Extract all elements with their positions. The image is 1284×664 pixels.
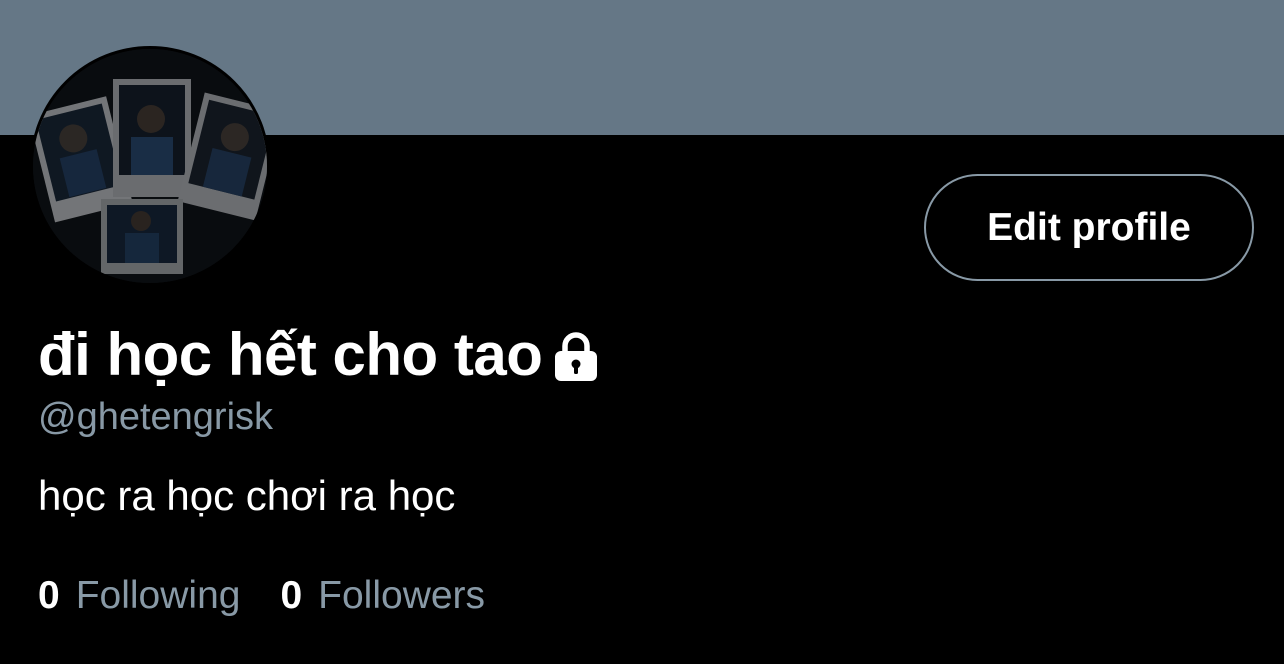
profile-handle: @ghetengrisk [38, 396, 274, 438]
profile-stats: 0 Following 0 Followers [38, 574, 485, 618]
avatar[interactable] [30, 46, 270, 286]
display-name: đi học hết cho tao [38, 320, 543, 388]
display-name-row: đi học hết cho tao [38, 318, 600, 390]
followers-label: Followers [318, 574, 486, 617]
followers-count: 0 [280, 574, 303, 617]
followers-link[interactable]: 0 Followers [280, 574, 485, 618]
following-count: 0 [38, 574, 60, 617]
profile-bio: học ra học chơi ra học [38, 472, 456, 519]
lock-icon [552, 331, 600, 381]
profile-page: Edit profile đi học hết cho tao @gheteng… [0, 0, 1284, 664]
following-label: Following [75, 574, 241, 617]
following-link[interactable]: 0 Following [38, 574, 240, 618]
edit-profile-button[interactable]: Edit profile [924, 174, 1254, 281]
